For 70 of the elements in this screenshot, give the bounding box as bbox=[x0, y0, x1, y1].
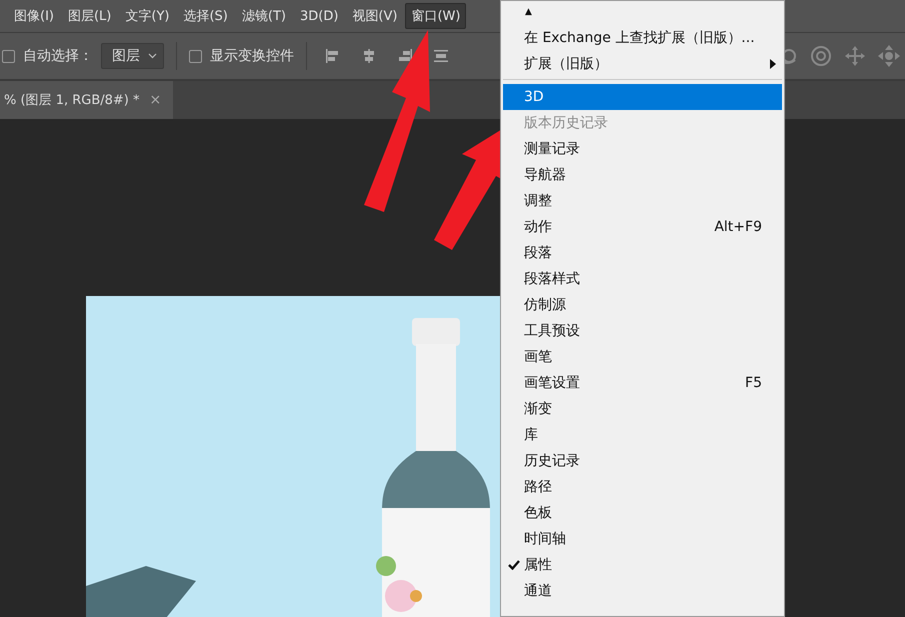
align-icon[interactable] bbox=[433, 48, 449, 64]
menu-item[interactable]: 段落 bbox=[503, 240, 782, 266]
checkbox[interactable] bbox=[2, 50, 15, 62]
menu-item-label: 画笔 bbox=[524, 348, 552, 366]
shortcut-label: Alt+F9 bbox=[714, 219, 762, 235]
menu-item-label: 测量记录 bbox=[524, 140, 580, 158]
menu-item-label: 调整 bbox=[524, 192, 552, 210]
transform-controls-label: 显示变换控件 bbox=[210, 47, 294, 65]
menu-item[interactable]: 渐变 bbox=[503, 396, 782, 422]
menu-item-label: 动作 bbox=[524, 218, 552, 236]
checkbox[interactable] bbox=[189, 50, 202, 62]
menu-item[interactable]: 画笔 bbox=[503, 344, 782, 370]
menu-item-label: 画笔设置 bbox=[524, 374, 580, 392]
scroll-up-arrow[interactable]: ▲ bbox=[525, 7, 535, 25]
menu-item[interactable]: 段落样式 bbox=[503, 266, 782, 292]
menu-bar-item[interactable]: 视图(V) bbox=[346, 3, 404, 29]
menu-bar-item[interactable]: 选择(S) bbox=[177, 3, 234, 29]
auto-select-label: 自动选择： bbox=[23, 47, 93, 65]
menu-bar-item[interactable]: 窗口(W) bbox=[405, 3, 466, 29]
submenu-arrow-icon bbox=[770, 59, 776, 69]
menu-item[interactable]: 仿制源 bbox=[503, 292, 782, 318]
document-title: % (图层 1, RGB/8#) * bbox=[4, 92, 140, 109]
menu-bar-item[interactable]: 3D(D) bbox=[294, 4, 344, 28]
align-icon[interactable] bbox=[397, 48, 413, 64]
layer-dropdown[interactable]: 图层 bbox=[101, 43, 164, 69]
menu-item[interactable]: 时间轴 bbox=[503, 526, 782, 552]
menu-item[interactable]: 画笔设置 F5 bbox=[503, 370, 782, 396]
menu-bar-item[interactable]: 图像(I) bbox=[8, 3, 60, 29]
menu-item[interactable]: 动作 Alt+F9 bbox=[503, 214, 782, 240]
menu-item[interactable]: 导航器 bbox=[503, 162, 782, 188]
menu-bar-item[interactable]: 图层(L) bbox=[62, 3, 118, 29]
move-icon[interactable] bbox=[877, 44, 901, 68]
menu-item-label: 属性 bbox=[524, 556, 552, 574]
menu-item-label: 段落样式 bbox=[524, 270, 580, 288]
menu-item[interactable]: 工具预设 bbox=[503, 318, 782, 344]
align-icon[interactable] bbox=[325, 48, 341, 64]
pan-icon[interactable] bbox=[843, 44, 867, 68]
menu-item-label: 渐变 bbox=[524, 400, 552, 418]
menu-item[interactable]: 测量记录 bbox=[503, 136, 782, 162]
menu-item-label: 历史记录 bbox=[524, 452, 580, 470]
menu-item[interactable]: 路径 bbox=[503, 474, 782, 500]
menu-item[interactable]: 色板 bbox=[503, 500, 782, 526]
menu-item-label: 库 bbox=[524, 426, 538, 444]
menu-bar-item[interactable]: 滤镜(T) bbox=[236, 3, 292, 29]
chevron-icon bbox=[148, 53, 157, 59]
menu-item-label: 扩展（旧版） bbox=[524, 55, 608, 73]
menu-item-label: 仿制源 bbox=[524, 296, 566, 314]
menu-item-label: 段落 bbox=[524, 244, 552, 262]
menu-item[interactable]: 库 bbox=[503, 422, 782, 448]
menu-item-label: 版本历史记录 bbox=[524, 114, 608, 132]
menu-item-label: 导航器 bbox=[524, 166, 566, 184]
align-icon[interactable] bbox=[361, 48, 377, 64]
menu-item-label: 工具预设 bbox=[524, 322, 580, 340]
rotate-icon[interactable] bbox=[809, 44, 833, 68]
menu-item[interactable]: 扩展（旧版） bbox=[503, 51, 782, 77]
menu-item[interactable]: 历史记录 bbox=[503, 448, 782, 474]
menu-item-label: 时间轴 bbox=[524, 530, 566, 548]
menu-item-label: 路径 bbox=[524, 478, 552, 496]
menu-item-label: 在 Exchange 上查找扩展（旧版）... bbox=[524, 29, 755, 47]
menu-item[interactable]: 调整 bbox=[503, 188, 782, 214]
menu-item[interactable]: 通道 bbox=[503, 578, 782, 604]
menu-item-label: 色板 bbox=[524, 504, 552, 522]
shortcut-label: F5 bbox=[745, 375, 762, 391]
menu-item-label: 3D bbox=[524, 89, 544, 105]
menu-bar-item[interactable]: 文字(Y) bbox=[119, 3, 176, 29]
menu-item[interactable]: 属性 bbox=[503, 552, 782, 578]
document-tab[interactable]: % (图层 1, RGB/8#) * × bbox=[0, 81, 174, 119]
menu-item[interactable]: 3D bbox=[503, 84, 782, 110]
menu-item[interactable]: 在 Exchange 上查找扩展（旧版）... bbox=[503, 25, 782, 51]
menu-item-label: 通道 bbox=[524, 582, 552, 600]
